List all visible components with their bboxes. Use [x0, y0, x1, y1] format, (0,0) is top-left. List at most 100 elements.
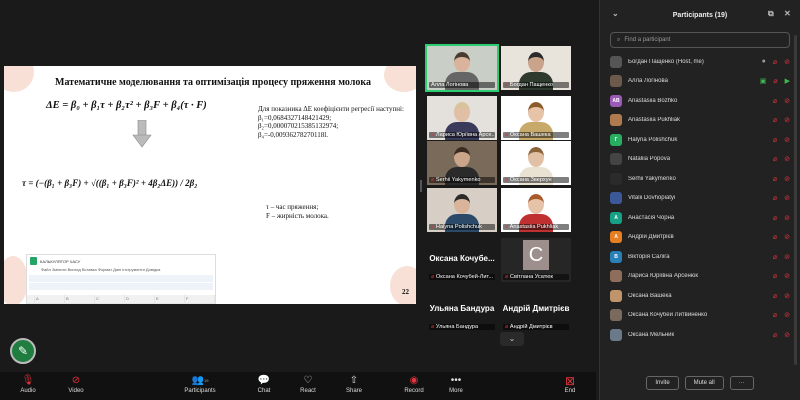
chat-button[interactable]: 💬 Chat	[242, 374, 286, 394]
video-tile[interactable]: ⌀ Оксана Зверхун	[501, 141, 571, 185]
react-button[interactable]: ♡ React	[286, 374, 330, 394]
video-off-icon[interactable]: ⊘	[784, 292, 790, 300]
video-tile[interactable]: ⌀ Оксана Вашека	[501, 96, 571, 140]
sheet-toolbar	[29, 275, 213, 282]
video-tile-name: ⌀ Оксана Кочубей-Лит...	[429, 274, 495, 280]
mic-off-icon[interactable]: ⌀	[773, 253, 777, 261]
video-tile-name: Алла Логінова	[429, 82, 495, 88]
audio-button[interactable]: 🎙 Audio	[6, 374, 50, 394]
participant-row[interactable]: Алла Логінова ▣ ⌀ ▶	[600, 72, 800, 92]
participants-button[interactable]: 👥19 Participants	[178, 374, 222, 394]
video-tile[interactable]: С ⌀ Світлана Усатюк	[501, 238, 571, 282]
video-button[interactable]: ⊘ Video	[54, 374, 98, 394]
shared-slide: Математичне моделювання та оптимізація п…	[4, 66, 416, 304]
video-off-icon[interactable]: ⊘	[784, 175, 790, 183]
invite-button[interactable]: Invite	[646, 376, 679, 390]
avatar: Г	[610, 133, 622, 146]
video-tile[interactable]: ⌀ Halyna Polishchuk	[427, 188, 497, 232]
mic-off-icon[interactable]: ⌀	[773, 116, 777, 124]
video-on-icon[interactable]: ▶	[785, 77, 790, 85]
participant-row[interactable]: Vitalii Dovhopiatyi ⌀ ⊘	[600, 189, 800, 209]
mic-off-icon[interactable]: ⌀	[773, 77, 777, 85]
video-off-icon[interactable]: ⊘	[784, 155, 790, 163]
more-icon: •••	[450, 375, 462, 386]
share-button[interactable]: ⇧ Share	[332, 374, 376, 394]
annotate-pen-icon[interactable]: ✎	[10, 338, 36, 364]
mic-off-icon[interactable]: ⌀	[773, 155, 777, 163]
video-off-icon[interactable]: ⊘	[784, 331, 790, 339]
video-tile[interactable]: ⌀ Anastasiia Pukhliak	[501, 188, 571, 232]
video-off-icon: ⊘	[71, 375, 81, 386]
mic-off-icon[interactable]: ⌀	[773, 331, 777, 339]
sheet-row: ABCDEF	[27, 295, 215, 304]
sheet-cell: D	[125, 295, 155, 303]
video-off-icon[interactable]: ⊘	[784, 136, 790, 144]
coef-b4: β₄=-0,00936278270118l.	[258, 130, 328, 139]
video-off-icon[interactable]: ⊘	[784, 97, 790, 105]
mic-off-icon[interactable]: ⌀	[773, 311, 777, 319]
video-tile[interactable]: ⌀ Богдан Пащенко	[501, 46, 571, 90]
participant-row[interactable]: Anastasiia Pukhliak ⌀ ⊘	[600, 111, 800, 131]
participant-row[interactable]: Лариса Юріївна Арсенюк ⌀ ⊘	[600, 267, 800, 287]
panel-more-button[interactable]: ···	[729, 376, 754, 390]
mic-off-icon[interactable]: ⌀	[773, 97, 777, 105]
participant-row[interactable]: Богдан Пащенко (Host, me) ● ⌀ ⊘	[600, 52, 800, 72]
participant-row[interactable]: Оксана Вашека ⌀ ⊘	[600, 286, 800, 306]
chevron-down-icon[interactable]: ⌄	[500, 332, 524, 346]
participant-search[interactable]: ⌕ Find a participant	[610, 32, 790, 48]
more-button[interactable]: ••• More	[434, 374, 478, 394]
mic-off-icon[interactable]: ⌀	[773, 272, 777, 280]
mute-all-button[interactable]: Mute all	[684, 376, 724, 390]
participant-row[interactable]: Оксана Мельник ⌀ ⊘	[600, 325, 800, 345]
video-off-icon[interactable]: ⊘	[784, 272, 790, 280]
video-tile-name: ⌀ Оксана Зверхун	[503, 177, 569, 183]
participant-row[interactable]: AB Anastasiia Bozhko ⌀ ⊘	[600, 91, 800, 111]
mic-off-icon[interactable]: ⌀	[773, 58, 777, 66]
video-off-icon[interactable]: ⊘	[784, 116, 790, 124]
record-button[interactable]: ◉ Record	[392, 374, 436, 394]
popout-icon[interactable]: ⧉	[768, 9, 774, 19]
participant-row[interactable]: В Вікторія Саліга ⌀ ⊘	[600, 247, 800, 267]
mic-off-icon[interactable]: ⌀	[773, 194, 777, 202]
video-off-icon[interactable]: ⊘	[784, 311, 790, 319]
avatar	[610, 289, 622, 302]
video-tile[interactable]: Андрій Дмитрієв ⌀ Андрій Дмитрієв	[501, 288, 571, 332]
participant-row[interactable]: Оксана Кочубей Литвиненко ⌀ ⊘	[600, 306, 800, 326]
scrollbar[interactable]	[794, 35, 797, 365]
mic-off-icon[interactable]: ⌀	[773, 214, 777, 222]
meeting-main-area: Математичне моделювання та оптимізація п…	[0, 0, 596, 372]
sheet-grid: ABCDEF1ΔEβτβFЖирність %Бажаний ΔE283,99-…	[27, 295, 215, 304]
collapse-icon[interactable]: ⌄	[612, 9, 619, 18]
video-tile-name: ⌀ Serhii Yakymenko	[429, 177, 495, 183]
end-button[interactable]: ⊠ End	[548, 374, 592, 394]
mic-off-icon[interactable]: ⌀	[773, 292, 777, 300]
participant-row[interactable]: Г Halyna Polishchuk ⌀ ⊘	[600, 130, 800, 150]
participant-row[interactable]: Nataliia Popova ⌀ ⊘	[600, 150, 800, 170]
avatar	[610, 328, 622, 341]
avatar: А	[610, 231, 622, 244]
participant-row[interactable]: А Андрій Дмитрієв ⌀ ⊘	[600, 228, 800, 248]
participant-row[interactable]: Serhii Yakymenko ⌀ ⊘	[600, 169, 800, 189]
video-tile[interactable]: Оксана Кочубе... ⌀ Оксана Кочубей-Лит...	[427, 238, 497, 282]
regression-equation: ΔE = β₀ + β₁τ + β₂τ² + β₃F + β₄(τ · F)	[46, 100, 207, 111]
video-off-icon[interactable]: ⊘	[784, 253, 790, 261]
video-tile[interactable]: Алла Логінова	[425, 44, 499, 92]
video-off-icon[interactable]: ⊘	[784, 214, 790, 222]
video-off-icon[interactable]: ⊘	[784, 58, 790, 66]
video-tile[interactable]: Ульяна Бандура ⌀ Ульяна Бандура	[427, 288, 497, 332]
video-tile[interactable]: ⌀ Serhii Yakymenko	[427, 141, 497, 185]
sheet-menu: Файл Змінити Вигляд Вставка Формат Дані …	[41, 267, 161, 272]
mic-off-icon[interactable]: ⌀	[773, 175, 777, 183]
more-dot-icon: ●	[761, 57, 766, 65]
video-tile[interactable]: ⌀ Лариса Юріївна Арсе...	[427, 96, 497, 140]
video-off-icon[interactable]: ⊘	[784, 233, 790, 241]
participant-row[interactable]: А Анастасія Чорна ⌀ ⊘	[600, 208, 800, 228]
mic-off-icon[interactable]: ⌀	[773, 136, 777, 144]
video-tile-name: ⌀ Андрій Дмитрієв	[503, 324, 569, 330]
mic-off-icon[interactable]: ⌀	[773, 233, 777, 241]
coefficients-text: Для показника ΔE коефіцієнти регресії на…	[258, 105, 408, 139]
meeting-toolbar: 🎙 Audio ⊘ Video 👥19 Participants 💬 Chat ♡ Rea…	[0, 372, 596, 400]
split-handle[interactable]	[420, 180, 422, 192]
video-off-icon[interactable]: ⊘	[784, 194, 790, 202]
close-icon[interactable]: ✕	[784, 9, 791, 18]
